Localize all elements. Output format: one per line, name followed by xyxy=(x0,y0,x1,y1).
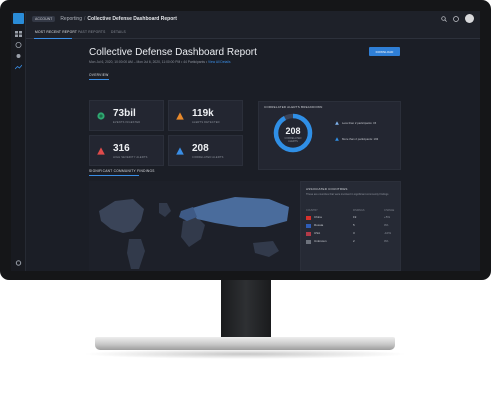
clock-icon[interactable] xyxy=(15,42,22,48)
change-value: 0% xyxy=(384,223,389,227)
associated-countries-panel: ASSOCIATED COUNTRIES These are countries… xyxy=(300,181,401,271)
countries-title: ASSOCIATED COUNTRIES xyxy=(306,187,348,191)
findings-count: 2 xyxy=(353,239,355,243)
legend-item: Less than 2 participants: 15 xyxy=(335,121,376,125)
column-header: COUNTRY xyxy=(306,209,318,212)
donut-value: 208 xyxy=(285,126,301,136)
stat-label: EVENTS INGESTED xyxy=(113,121,141,124)
report-timeframe-text: Mon Jul 6, 2020, 10:00:00 AM – Mon Jul 6… xyxy=(89,60,208,64)
stat-card-high-severity: 316 HIGH SEVERITY ALERTS xyxy=(89,135,164,166)
table-row[interactable]: Unknown 2 0% xyxy=(306,239,396,245)
reports-icon[interactable] xyxy=(15,64,22,70)
findings-underline xyxy=(89,175,139,176)
legend-item: More than 2 participants: 193 xyxy=(335,137,378,141)
active-tab-indicator xyxy=(34,38,72,39)
findings-count: 5 xyxy=(353,223,355,227)
flag-icon xyxy=(306,240,311,244)
dashboard-icon[interactable] xyxy=(15,31,22,37)
search-icon[interactable] xyxy=(441,15,447,22)
change-value: -10% xyxy=(384,231,392,235)
stat-label: CORRELATED ALERTS xyxy=(192,156,224,159)
flag-icon xyxy=(306,216,311,220)
breakdown-title: CORRELATED ALERTS BREAKDOWN xyxy=(264,105,323,109)
table-row[interactable]: China 19 +5% xyxy=(306,215,396,221)
breadcrumb-separator: / xyxy=(84,16,86,22)
stat-card-alerts: 119k ALERTS DETECTED xyxy=(168,100,243,131)
table-row[interactable]: Russia 5 0% xyxy=(306,223,396,229)
report-timeframe: Mon Jul 6, 2020, 10:00:00 AM – Mon Jul 6… xyxy=(89,60,230,64)
warning-icon xyxy=(176,147,184,155)
warning-icon xyxy=(335,137,339,141)
breadcrumb-parent[interactable]: Reporting xyxy=(60,16,82,22)
stat-label: ALERTS DETECTED xyxy=(192,121,220,124)
monitor-base-shadow xyxy=(82,349,408,359)
help-icon[interactable] xyxy=(453,15,459,22)
flag-icon xyxy=(306,224,311,228)
stat-value: 316 xyxy=(113,143,130,154)
topbar-actions xyxy=(441,14,474,23)
warning-icon xyxy=(97,147,105,155)
column-header: CHANGE xyxy=(384,209,395,212)
findings-count: 19 xyxy=(353,215,357,219)
legend-label: Less than 2 participants: 15 xyxy=(342,121,377,125)
table-row[interactable]: USA 3 -10% xyxy=(306,231,396,237)
monitor-bezel: ACCOUNT Reporting / Collective Defense D… xyxy=(0,0,491,280)
breadcrumb-current: Collective Defense Dashboard Report xyxy=(87,16,177,22)
flag-icon xyxy=(306,232,311,236)
top-bar: ACCOUNT Reporting / Collective Defense D… xyxy=(26,11,480,27)
country-name: USA xyxy=(314,231,321,235)
change-value: +5% xyxy=(384,215,391,219)
africa-region xyxy=(181,217,205,247)
stat-card-events: 73bil EVENTS INGESTED xyxy=(89,100,164,131)
stat-value: 119k xyxy=(192,108,214,119)
tab-details[interactable]: DETAILS xyxy=(111,30,126,34)
monitor-stand-neck xyxy=(221,280,271,337)
account-switcher[interactable]: ACCOUNT xyxy=(32,16,56,22)
report-tabs: MOST RECENT REPORT PAST REPORTS DETAILS xyxy=(26,27,480,39)
tab-most-recent-report[interactable]: MOST RECENT REPORT xyxy=(35,30,77,34)
asia-region xyxy=(189,197,289,227)
donut-label-line2: ALERTS xyxy=(288,140,298,143)
overview-underline xyxy=(89,79,109,80)
findings-section-label: SIGNIFICANT COMMUNITY FINDINGS xyxy=(89,169,155,173)
download-label: DOWNLOAD xyxy=(375,49,394,54)
globe-icon xyxy=(97,112,105,120)
tab-past-reports[interactable]: PAST REPORTS xyxy=(78,30,106,34)
stat-value: 208 xyxy=(192,143,209,154)
australia-region xyxy=(253,241,279,257)
warning-icon xyxy=(335,121,339,125)
country-name: China xyxy=(314,215,322,219)
legend-label: More than 2 participants: 193 xyxy=(342,137,379,141)
warning-icon xyxy=(176,112,184,120)
south-america-region xyxy=(127,239,145,269)
north-america-region xyxy=(99,199,144,233)
stat-value: 73bil xyxy=(113,108,136,119)
monitor-stand-base xyxy=(95,337,395,350)
findings-count: 3 xyxy=(353,231,355,235)
view-all-details-link[interactable]: View All Details xyxy=(208,60,230,64)
download-button[interactable]: DOWNLOAD xyxy=(369,47,400,56)
countries-description: These are countries that were involved i… xyxy=(306,193,389,196)
app-logo[interactable] xyxy=(13,13,24,24)
greenland-region xyxy=(159,203,171,217)
app-window: ACCOUNT Reporting / Collective Defense D… xyxy=(11,11,480,271)
change-value: 0% xyxy=(384,239,389,243)
stat-card-correlated: 208 CORRELATED ALERTS xyxy=(168,135,243,166)
country-name: Unknown xyxy=(314,239,327,243)
settings-icon[interactable] xyxy=(15,53,22,59)
page-title: Collective Defense Dashboard Report xyxy=(89,47,257,58)
country-name: Russia xyxy=(314,223,324,227)
gear-icon[interactable] xyxy=(15,260,22,266)
stat-label: HIGH SEVERITY ALERTS xyxy=(113,156,148,159)
overview-section-label: OVERVIEW xyxy=(89,73,109,77)
correlated-alerts-breakdown: CORRELATED ALERTS BREAKDOWN 208 CORRELAT… xyxy=(258,101,401,170)
donut-label: CORRELATED ALERTS xyxy=(272,137,314,143)
sidebar xyxy=(11,11,26,271)
world-map[interactable] xyxy=(89,181,300,271)
world-map-graphic xyxy=(99,197,289,269)
column-header: FINDINGS xyxy=(353,209,365,212)
user-avatar[interactable] xyxy=(465,14,474,23)
